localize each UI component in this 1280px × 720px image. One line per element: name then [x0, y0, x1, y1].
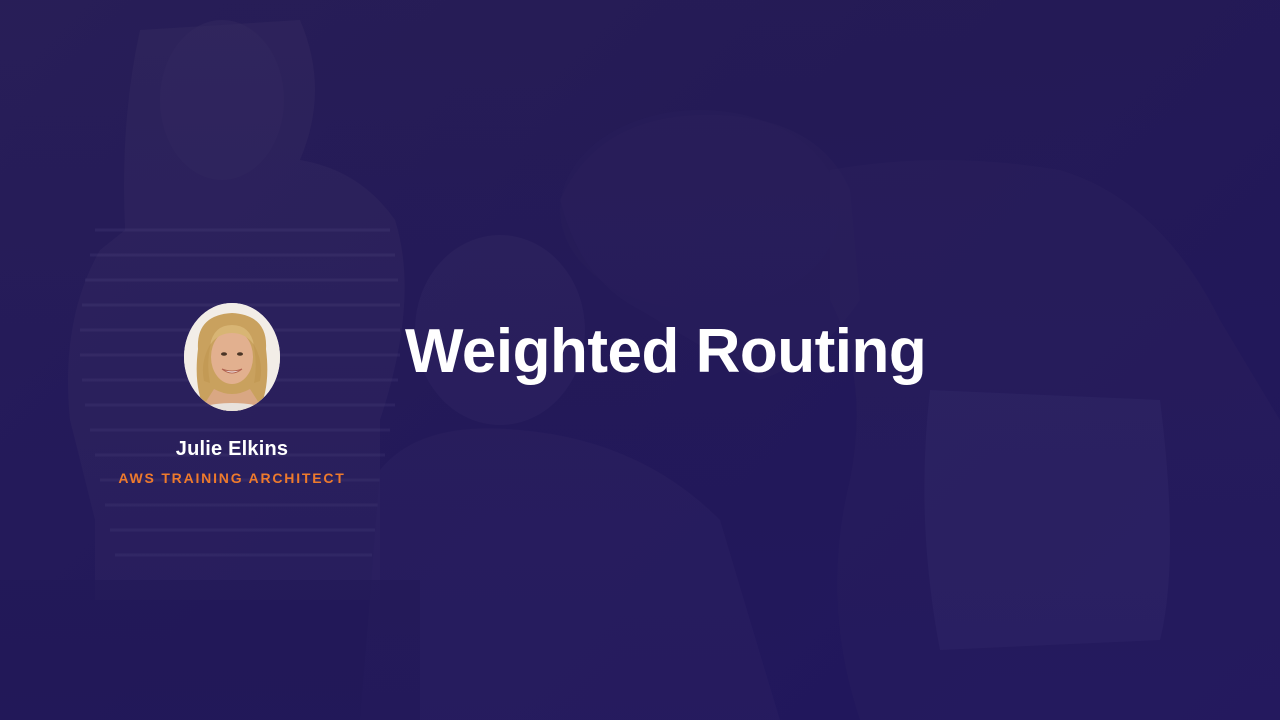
portrait-image — [184, 303, 280, 411]
title-slide: Julie Elkins AWS TRAINING ARCHITECT Weig… — [0, 0, 1280, 720]
presenter-avatar — [184, 303, 280, 411]
slide-title: Weighted Routing — [405, 317, 927, 386]
presenter-name: Julie Elkins — [175, 438, 289, 460]
presenter-role: AWS TRAINING ARCHITECT — [118, 470, 346, 486]
